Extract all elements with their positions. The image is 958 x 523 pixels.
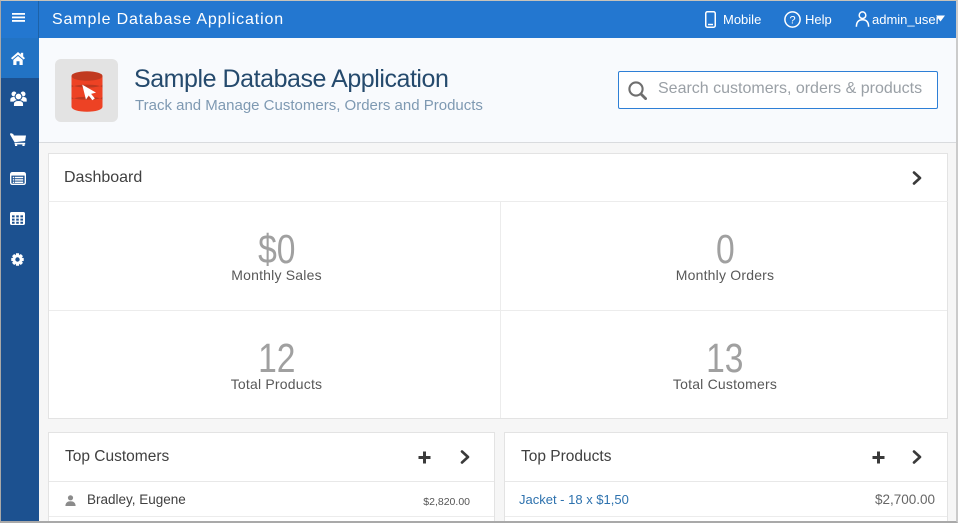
svg-text:?: ? xyxy=(789,14,795,26)
